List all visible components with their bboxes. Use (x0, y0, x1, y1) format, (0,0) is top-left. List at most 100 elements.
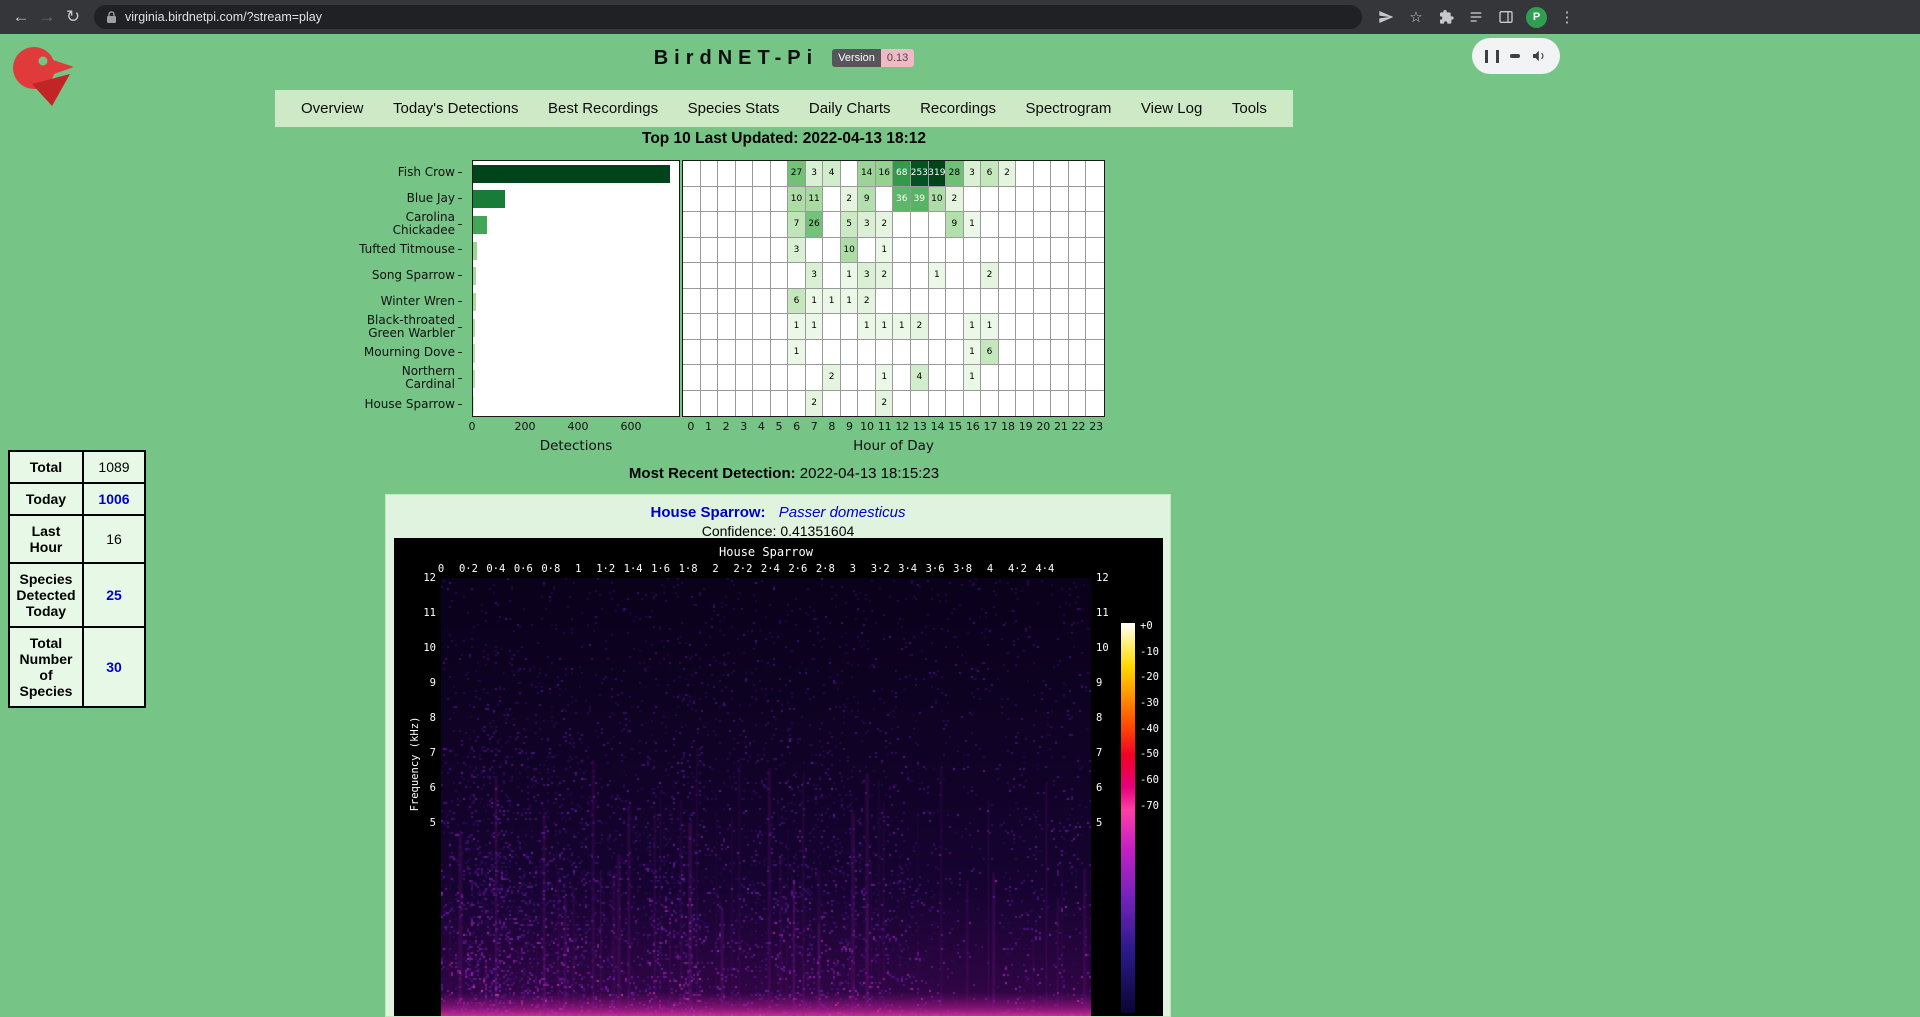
stat-value[interactable]: 1006 (83, 483, 145, 515)
bookmark-star-icon[interactable]: ☆ (1406, 7, 1426, 27)
hour-axis-tick: 20 (1036, 420, 1050, 433)
profile-avatar[interactable]: P (1526, 7, 1547, 28)
nav-item-tools[interactable]: Tools (1232, 100, 1267, 117)
heatmap-cell (929, 212, 947, 238)
detections-bar (473, 267, 476, 285)
heatmap-cell (771, 161, 789, 187)
nav-item-best-recordings[interactable]: Best Recordings (548, 100, 658, 117)
heatmap-cell (981, 187, 999, 213)
spectrogram-x-tick: 3·8 (953, 563, 972, 575)
heatmap-cell (823, 263, 841, 289)
heatmap-cell (841, 314, 859, 340)
heatmap-cell (1016, 212, 1034, 238)
spectrogram-x-tick: 0 (438, 563, 444, 575)
heatmap-cell (999, 289, 1017, 315)
detections-axis-tick: 200 (515, 420, 536, 433)
url-bar[interactable]: virginia.birdnetpi.com/?stream=play (94, 5, 1362, 29)
detections-bar (473, 242, 477, 260)
nav-item-today-s-detections[interactable]: Today's Detections (393, 100, 518, 117)
colorbar-tick: -40 (1140, 723, 1159, 735)
detections-bar-plot (472, 160, 680, 417)
spectrogram-x-tick: 4·2 (1008, 563, 1027, 575)
heatmap-cell (753, 289, 771, 315)
recent-detection-label: Most Recent Detection: (629, 465, 796, 482)
species-label-text: Winter Wren (381, 295, 455, 308)
heatmap-cell (1034, 314, 1052, 340)
heatmap-cell (1069, 365, 1087, 391)
heatmap-cell (911, 212, 929, 238)
hour-axis-tick: 10 (860, 420, 874, 433)
heatmap-cell (1034, 365, 1052, 391)
heatmap-cell (1034, 212, 1052, 238)
forward-button[interactable]: → (34, 4, 60, 30)
heatmap-cell (876, 187, 894, 213)
reload-button[interactable]: ↻ (60, 4, 86, 30)
heatmap-cell: 10 (841, 238, 859, 264)
heatmap-cell (1034, 289, 1052, 315)
spectrogram: House Sparrow 00·20·40·60·811·21·41·61·8… (394, 538, 1163, 1017)
heatmap-cell: 6 (981, 161, 999, 187)
heatmap-cell (1051, 187, 1069, 213)
heatmap-cell (806, 238, 824, 264)
detection-common-name[interactable]: House Sparrow: (651, 504, 766, 521)
hour-axis-tick: 22 (1072, 420, 1086, 433)
reading-list-icon[interactable] (1466, 7, 1486, 27)
species-label: Northern Cardinal (330, 366, 462, 392)
audio-player[interactable] (1472, 38, 1560, 74)
nav-item-species-stats[interactable]: Species Stats (688, 100, 780, 117)
heatmap-cell (1069, 238, 1087, 264)
heatmap-cell (736, 314, 754, 340)
heatmap-cell (771, 340, 789, 366)
spectrogram-x-tick: 3·4 (898, 563, 917, 575)
heatmap-cell (701, 212, 719, 238)
menu-dots-icon[interactable]: ⋮ (1557, 7, 1577, 27)
hour-axis-tick: 7 (811, 420, 818, 433)
nav-item-recordings[interactable]: Recordings (920, 100, 996, 117)
top10-heading: Top 10 Last Updated: 2022-04-13 18:12 (0, 130, 1568, 148)
nav-item-overview[interactable]: Overview (301, 100, 364, 117)
hour-axis-tick: 6 (793, 420, 800, 433)
heatmap-cell (876, 289, 894, 315)
heatmap-cell: 26 (806, 212, 824, 238)
heatmap-cell (1051, 238, 1069, 264)
detections-bar (473, 370, 475, 388)
stat-value[interactable]: 25 (83, 563, 145, 627)
nav-item-spectrogram[interactable]: Spectrogram (1025, 100, 1111, 117)
pause-icon[interactable] (1485, 50, 1499, 63)
heatmap-cell (893, 289, 911, 315)
volume-icon[interactable] (1531, 48, 1547, 64)
heatmap-cell: 1 (788, 340, 806, 366)
hour-axis-tick: 4 (758, 420, 765, 433)
heatmap-cell (788, 391, 806, 417)
stat-row: Total Number of Species30 (9, 627, 145, 707)
colorbar-tick: -50 (1140, 748, 1159, 760)
detections-bar (473, 344, 475, 362)
heatmap-cell (841, 161, 859, 187)
species-labels: Fish CrowBlue JayCarolina ChickadeeTufte… (330, 160, 468, 417)
toolbar-actions: ☆ P ⋮ (1376, 7, 1577, 28)
send-icon[interactable] (1376, 7, 1396, 27)
stat-value[interactable]: 30 (83, 627, 145, 707)
hour-axis-tick: 16 (966, 420, 980, 433)
heatmap-cell (946, 314, 964, 340)
nav-item-view-log[interactable]: View Log (1141, 100, 1202, 117)
detection-scientific-name[interactable]: Passer domesticus (779, 504, 906, 521)
extensions-icon[interactable] (1436, 7, 1456, 27)
side-panel-icon[interactable] (1496, 7, 1516, 27)
heatmap-cell (771, 263, 789, 289)
heatmap-cell (788, 263, 806, 289)
recent-detection-timestamp: 2022-04-13 18:15:23 (800, 465, 939, 482)
hour-axis-tick: 23 (1089, 420, 1103, 433)
nav-item-daily-charts[interactable]: Daily Charts (809, 100, 891, 117)
heatmap-cell: 27 (788, 161, 806, 187)
heatmap-cell (701, 314, 719, 340)
heatmap-cell (823, 314, 841, 340)
heatmap-cell: 1 (964, 365, 982, 391)
stat-row: Last Hour16 (9, 515, 145, 563)
species-label-text: Mourning Dove (364, 346, 455, 359)
heatmap-cell (1069, 314, 1087, 340)
heatmap-cell (999, 391, 1017, 417)
heatmap-cell (701, 340, 719, 366)
back-button[interactable]: ← (8, 4, 34, 30)
heatmap-cell: 2 (876, 263, 894, 289)
